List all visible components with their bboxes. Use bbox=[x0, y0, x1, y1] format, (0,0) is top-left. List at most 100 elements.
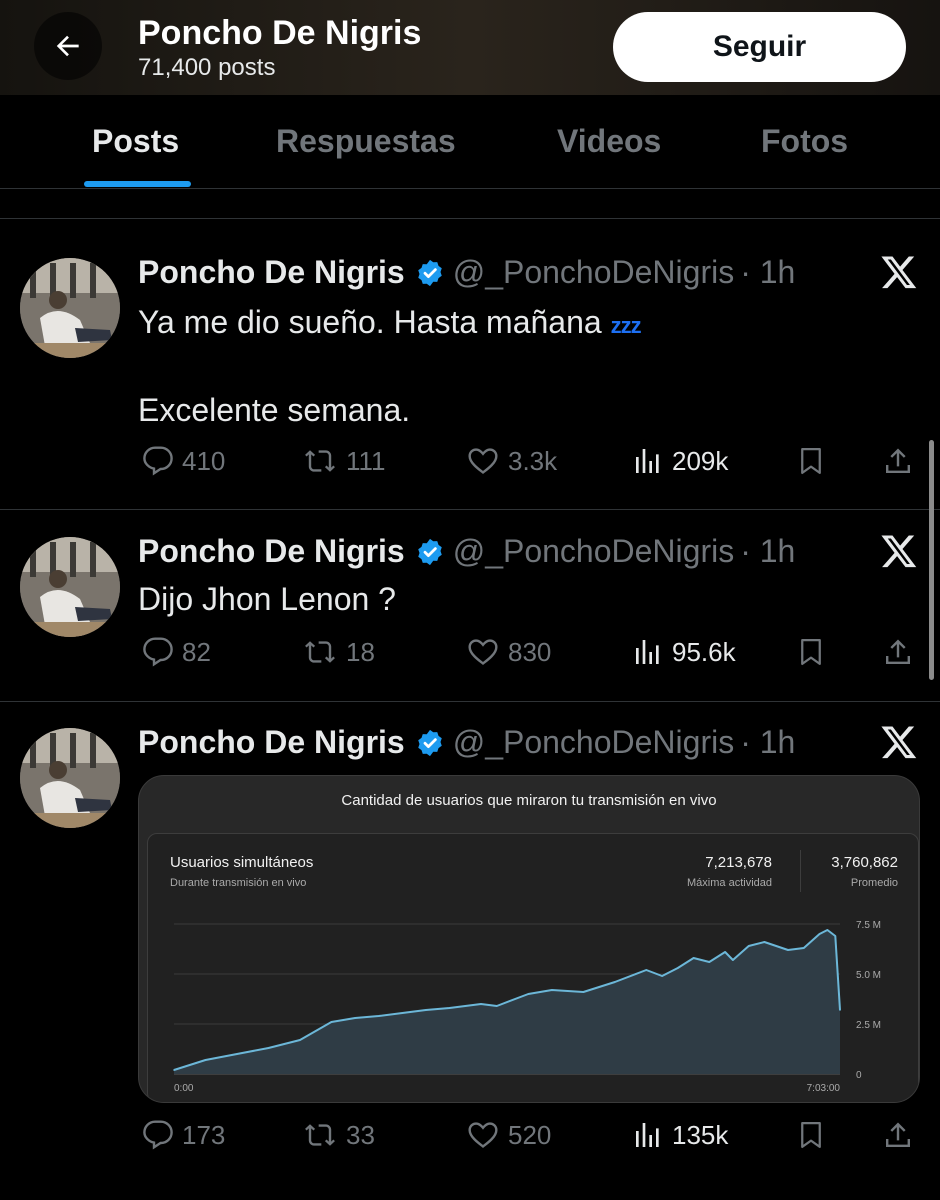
views-chart-icon bbox=[636, 449, 659, 473]
bookmark-icon bbox=[801, 1122, 821, 1148]
author-name[interactable]: Poncho De Nigris bbox=[138, 724, 405, 761]
avatar-photo bbox=[20, 258, 120, 358]
repost-button[interactable]: 33 bbox=[302, 1119, 375, 1151]
data-point bbox=[551, 989, 553, 991]
views-count: 95.6k bbox=[672, 636, 736, 667]
avatar-photo bbox=[20, 537, 120, 637]
reply-icon bbox=[143, 1120, 173, 1150]
data-point bbox=[448, 1007, 451, 1009]
share-button[interactable] bbox=[882, 1119, 914, 1151]
sleeping-zzz-icon: zzz bbox=[610, 313, 642, 338]
concurrent-viewers-chart: 0 2.5 M 5.0 M 7.5 M 0:00 7:03:00 bbox=[173, 920, 881, 1094]
author-handle[interactable]: @_PonchoDeNigris bbox=[453, 724, 735, 761]
share-icon bbox=[886, 639, 910, 664]
profile-header: Poncho De Nigris 71,400 posts Seguir bbox=[0, 0, 940, 95]
views-chart-icon bbox=[636, 640, 659, 664]
reply-button[interactable]: 410 bbox=[142, 445, 225, 477]
bookmark-button[interactable] bbox=[796, 636, 826, 668]
verified-badge-icon bbox=[415, 258, 445, 288]
tweet[interactable]: Poncho De Nigris @_PonchoDeNigris · 1h Y… bbox=[0, 219, 940, 510]
y-tick-label: 5.0 M bbox=[856, 970, 881, 981]
avatar[interactable] bbox=[20, 728, 120, 828]
active-tab-indicator bbox=[84, 181, 191, 187]
data-point bbox=[802, 947, 805, 949]
data-point bbox=[834, 935, 837, 937]
avatar[interactable] bbox=[20, 537, 120, 637]
author-name[interactable]: Poncho De Nigris bbox=[138, 533, 405, 570]
data-point bbox=[839, 1009, 841, 1011]
tweet-time[interactable]: · 1h bbox=[740, 533, 795, 570]
data-point bbox=[826, 929, 829, 931]
scrollbar-thumb[interactable] bbox=[929, 440, 934, 680]
data-point bbox=[732, 959, 734, 961]
data-point bbox=[204, 1059, 207, 1061]
x-logo-icon bbox=[881, 726, 917, 759]
data-point bbox=[818, 933, 821, 935]
data-point bbox=[527, 993, 530, 995]
tab-fotos[interactable]: Fotos bbox=[761, 123, 848, 160]
reply-button[interactable]: 173 bbox=[142, 1119, 225, 1151]
tweet-time[interactable]: · 1h bbox=[740, 724, 795, 761]
repost-button[interactable]: 18 bbox=[302, 636, 375, 668]
bookmark-icon bbox=[801, 448, 821, 474]
data-point bbox=[787, 949, 789, 951]
verified-badge-icon bbox=[415, 728, 445, 758]
like-button[interactable]: 830 bbox=[466, 636, 551, 668]
x-logo-icon bbox=[881, 256, 917, 289]
author-name[interactable]: Poncho De Nigris bbox=[138, 254, 405, 291]
media-image[interactable]: Cantidad de usuarios que miraron tu tran… bbox=[138, 775, 920, 1103]
tab-respuestas[interactable]: Respuestas bbox=[276, 123, 456, 160]
views-chart-icon bbox=[636, 1123, 659, 1147]
reply-button[interactable]: 82 bbox=[142, 636, 211, 668]
x-tick-label: 7:03:00 bbox=[807, 1083, 841, 1094]
like-button[interactable]: 520 bbox=[466, 1119, 551, 1151]
views-button[interactable]: 135k bbox=[632, 1119, 728, 1151]
share-button[interactable] bbox=[882, 445, 914, 477]
back-button[interactable] bbox=[34, 12, 102, 80]
data-point bbox=[661, 975, 663, 977]
share-icon bbox=[886, 1122, 910, 1147]
tweet-time[interactable]: · 1h bbox=[740, 254, 795, 291]
data-point bbox=[708, 961, 711, 963]
reply-count: 410 bbox=[182, 445, 226, 476]
y-tick-label: 0 bbox=[856, 1070, 862, 1081]
share-icon bbox=[886, 448, 910, 473]
data-point bbox=[377, 1015, 380, 1017]
tweet[interactable]: Poncho De Nigris @_PonchoDeNigris · 1h D… bbox=[0, 510, 940, 702]
avatar[interactable] bbox=[20, 258, 120, 358]
reply-icon bbox=[143, 446, 173, 476]
like-count: 520 bbox=[508, 1119, 552, 1150]
repost-icon bbox=[305, 641, 335, 663]
avatar-photo bbox=[20, 728, 120, 828]
author-handle[interactable]: @_PonchoDeNigris bbox=[453, 533, 735, 570]
verified-badge-icon bbox=[415, 537, 445, 567]
data-point bbox=[614, 981, 616, 983]
data-point bbox=[173, 1069, 175, 1071]
views-button[interactable]: 209k bbox=[632, 445, 728, 477]
heart-icon bbox=[468, 1122, 498, 1148]
y-tick-label: 7.5 M bbox=[856, 920, 881, 931]
tab-posts[interactable]: Posts bbox=[92, 123, 179, 160]
reply-icon bbox=[143, 637, 173, 667]
arrow-left-icon bbox=[56, 35, 79, 57]
data-point bbox=[763, 941, 766, 943]
tweet-header: Poncho De Nigris @_PonchoDeNigris · 1h bbox=[138, 254, 795, 291]
tab-videos[interactable]: Videos bbox=[557, 123, 661, 160]
views-button[interactable]: 95.6k bbox=[632, 636, 736, 668]
follow-button[interactable]: Seguir bbox=[613, 12, 906, 82]
tweet[interactable]: Poncho De Nigris @_PonchoDeNigris · 1h C… bbox=[0, 702, 940, 1200]
bookmark-icon bbox=[801, 639, 821, 665]
like-count: 830 bbox=[508, 636, 552, 667]
bookmark-button[interactable] bbox=[796, 445, 826, 477]
author-handle[interactable]: @_PonchoDeNigris bbox=[453, 254, 735, 291]
data-point bbox=[645, 969, 648, 971]
like-button[interactable]: 3.3k bbox=[466, 445, 557, 477]
repost-button[interactable]: 111 bbox=[302, 445, 386, 477]
data-point bbox=[425, 1009, 427, 1011]
share-button[interactable] bbox=[882, 636, 914, 668]
data-point bbox=[330, 1021, 333, 1023]
data-point bbox=[677, 967, 679, 969]
repost-count: 18 bbox=[346, 636, 375, 667]
bookmark-button[interactable] bbox=[796, 1119, 826, 1151]
reply-count: 173 bbox=[182, 1119, 226, 1150]
